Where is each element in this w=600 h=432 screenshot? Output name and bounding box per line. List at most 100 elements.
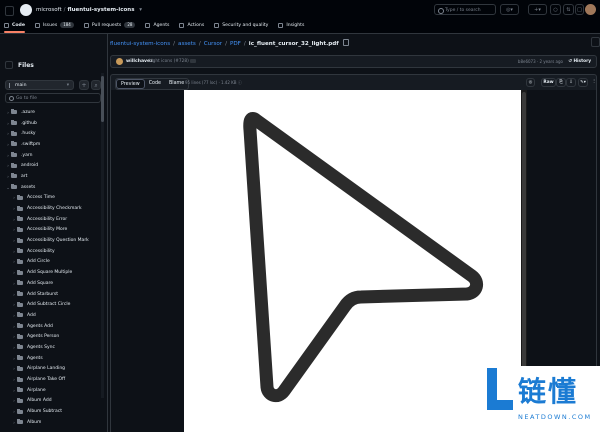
repo-owner-link[interactable]: microsoft	[36, 7, 62, 13]
breadcrumb-assets-link[interactable]: assets	[178, 41, 196, 47]
file-tree-item[interactable]: › Add Subtract Circle	[0, 299, 100, 310]
tab-pull-requests[interactable]: Pull requests 28	[83, 19, 136, 31]
file-tree-item-label: Airplane	[27, 387, 46, 393]
file-tree-item[interactable]: › Agents Person	[0, 331, 100, 342]
pull-requests-count-badge: 28	[124, 22, 136, 28]
tab-insights[interactable]: Insights	[278, 19, 304, 31]
preview-scrollbar-thumb[interactable]	[522, 92, 526, 372]
file-breadcrumb: fluentui-system-icons / assets / Cursor / PDF /…	[110, 39, 349, 47]
file-tree-item[interactable]: › android	[0, 160, 100, 171]
file-tree-item[interactable]: › Accessibility	[0, 246, 100, 257]
file-tree-item[interactable]: › Accessibility Question Mark	[0, 235, 100, 246]
create-new-button[interactable]: +▾	[528, 4, 547, 15]
breadcrumb-repo-link[interactable]: fluentui-system-icons	[110, 41, 170, 47]
breadcrumb-separator: /	[225, 41, 227, 47]
file-tree-item[interactable]: › .github	[0, 118, 100, 129]
more-options-icon[interactable]	[591, 37, 600, 47]
breadcrumb-pdf-link[interactable]: PDF	[230, 41, 241, 47]
user-avatar[interactable]	[585, 4, 596, 15]
commit-message[interactable]: Light icons (#728)	[149, 59, 189, 64]
tab-code-view[interactable]: Code	[145, 79, 165, 89]
file-tree-item[interactable]: › Add Square Multiple	[0, 267, 100, 278]
github-logo-icon[interactable]	[20, 4, 32, 16]
file-tree-sidebar: Files main ▾ + ⌕ Go to file › .azure › .git…	[0, 34, 108, 432]
file-tree-item-label: Accessibility Checkmark	[27, 206, 82, 212]
raw-button[interactable]: Raw	[541, 78, 556, 87]
file-tree-item-label: Accessibility Question Mark	[27, 238, 89, 244]
file-tree-item[interactable]: › Add Circle	[0, 257, 100, 268]
tab-security[interactable]: Security and quality	[214, 19, 268, 31]
file-tree-item[interactable]: › .husky	[0, 128, 100, 139]
search-icon	[438, 8, 444, 14]
watermark-english-text: NEATDOWN.COM	[518, 413, 592, 421]
tab-label: Security and quality	[222, 22, 269, 28]
tab-actions[interactable]: Actions	[179, 19, 204, 31]
file-tree-item[interactable]: › Add	[0, 310, 100, 321]
edit-icon[interactable]: ✎▾	[578, 78, 588, 87]
go-to-file-placeholder: Go to file	[16, 96, 37, 101]
folder-icon	[11, 173, 17, 179]
file-tree-item[interactable]: › Airplane	[0, 385, 100, 396]
pull-requests-icon[interactable]: ⇅	[563, 4, 574, 15]
tab-issues[interactable]: Issues 184	[34, 19, 74, 31]
file-tree-item[interactable]: › Accessibility More	[0, 225, 100, 236]
file-tree-item[interactable]: › Album Add	[0, 396, 100, 407]
repo-name-link[interactable]: fluentui-system-icons	[68, 7, 135, 13]
kebab-menu-icon[interactable]: ⋮	[591, 78, 597, 87]
commit-meta: b8e6073 · 2 years ago	[517, 59, 563, 64]
copy-raw-icon[interactable]: ⎘	[556, 78, 566, 87]
tab-label: Issues	[42, 22, 58, 28]
file-tree-item[interactable]: › Add Square	[0, 278, 100, 289]
shield-icon	[214, 22, 220, 28]
file-tree-item[interactable]: › Airplane Landing	[0, 364, 100, 375]
file-tree-item[interactable]: › Album Subtract	[0, 406, 100, 417]
file-tree-item[interactable]: › Add Starburst	[0, 289, 100, 300]
file-tree-item[interactable]: › Accessibility Error	[0, 214, 100, 225]
collapse-sidebar-icon[interactable]	[5, 61, 13, 69]
file-tree-item[interactable]: › Album	[0, 417, 100, 428]
folder-icon	[17, 408, 23, 414]
history-button[interactable]: ↺ History	[568, 59, 591, 64]
tab-agents[interactable]: Agents	[145, 19, 169, 31]
file-tree-item[interactable]: › Accessibility Checkmark	[0, 203, 100, 214]
author-avatar[interactable]	[116, 58, 123, 65]
sidebar-scrollbar-thumb[interactable]	[101, 76, 104, 122]
watermark-logo: 链懂 NEATDOWN.COM	[484, 366, 600, 432]
copy-path-icon[interactable]	[342, 39, 349, 46]
inbox-icon[interactable]: □	[575, 4, 584, 15]
file-tree-item[interactable]: › Access Time	[0, 193, 100, 204]
repo-switch-chevron-icon[interactable]: ▾	[139, 7, 142, 13]
file-tree-item[interactable]: › Airplane Take Off	[0, 374, 100, 385]
branch-selector[interactable]: main ▾	[5, 80, 74, 90]
download-icon[interactable]: ⇩	[566, 78, 576, 87]
file-tree-item[interactable]: › .yarn	[0, 150, 100, 161]
file-tree-item-label: Agents Person	[27, 334, 60, 340]
file-tree-item-label: .husky	[21, 131, 36, 137]
issues-icon[interactable]: ○	[550, 4, 561, 15]
file-tree-item[interactable]: › Agents Sync	[0, 342, 100, 353]
add-file-button[interactable]: +	[79, 80, 89, 90]
breadcrumb-cursor-link[interactable]: Cursor	[204, 41, 222, 47]
search-files-button[interactable]: ⌕	[91, 80, 101, 90]
search-input[interactable]: Type / to search	[434, 4, 496, 15]
folder-icon	[17, 419, 23, 425]
folder-icon	[17, 397, 23, 403]
file-tree-item[interactable]: › Agents Add	[0, 321, 100, 332]
menu-icon[interactable]	[5, 6, 14, 16]
go-to-file-input[interactable]: Go to file	[5, 93, 101, 103]
folder-icon	[11, 130, 17, 136]
info-icon[interactable]: ⓘ	[238, 80, 242, 85]
copilot-button[interactable]: ◎▾	[500, 4, 519, 15]
play-icon	[179, 22, 185, 28]
file-tree-item[interactable]: › art	[0, 171, 100, 182]
tab-preview[interactable]: Preview	[116, 79, 145, 89]
file-tree-item[interactable]: › .azure	[0, 107, 100, 118]
tab-code[interactable]: Code	[4, 19, 25, 33]
commit-expand-button[interactable]	[190, 59, 196, 63]
history-label: History	[573, 59, 591, 64]
folder-icon	[17, 323, 23, 329]
copilot-icon[interactable]: ◎	[526, 78, 535, 87]
file-tree-item[interactable]: › Agents	[0, 353, 100, 364]
file-tree-item[interactable]: ⌄ assets	[0, 182, 100, 193]
file-tree-item[interactable]: › .swiftpm	[0, 139, 100, 150]
